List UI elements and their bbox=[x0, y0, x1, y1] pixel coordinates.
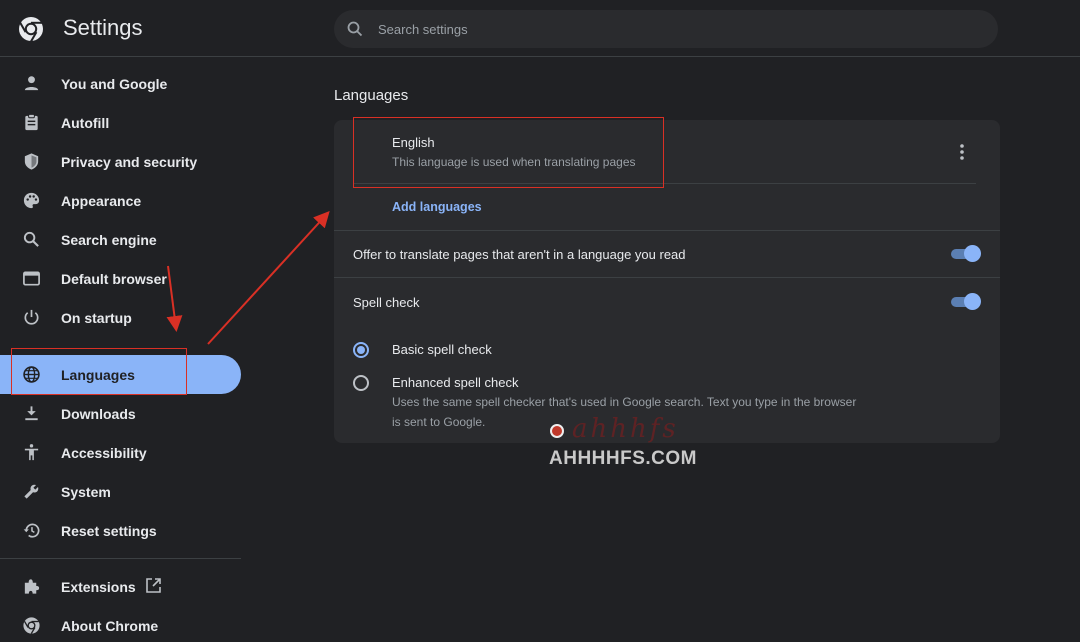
more-options-icon[interactable] bbox=[954, 142, 970, 162]
watermark-text: AHHHHFS.COM bbox=[549, 448, 697, 469]
sidebar-item-appearance[interactable]: Appearance bbox=[0, 181, 241, 220]
sidebar-item-label: Downloads bbox=[61, 405, 136, 422]
divider bbox=[334, 230, 1000, 231]
sidebar-item-accessibility[interactable]: Accessibility bbox=[0, 433, 241, 472]
sidebar-item-label: You and Google bbox=[61, 75, 168, 92]
sidebar-item-label: Appearance bbox=[61, 192, 142, 209]
shield-icon bbox=[24, 153, 39, 170]
spell-check-label: Spell check bbox=[353, 295, 420, 310]
sidebar-item-label: Default browser bbox=[61, 270, 167, 287]
sidebar-item-system[interactable]: System bbox=[0, 472, 241, 511]
download-icon bbox=[25, 406, 38, 421]
sidebar-item-label: Autofill bbox=[61, 114, 110, 131]
sidebar-item-reset-settings[interactable]: Reset settings bbox=[0, 511, 241, 550]
sidebar-item-label: Reset settings bbox=[61, 522, 157, 539]
section-title: Languages bbox=[334, 87, 409, 104]
annotation-box-language bbox=[353, 117, 664, 188]
spell-check-toggle[interactable] bbox=[949, 292, 981, 312]
puzzle-icon bbox=[24, 579, 40, 594]
search-input[interactable] bbox=[378, 10, 978, 48]
watermark-logo-icon bbox=[550, 424, 564, 438]
accessibility-icon bbox=[24, 444, 39, 461]
sidebar-item-autofill[interactable]: Autofill bbox=[0, 103, 241, 142]
open-in-new-icon[interactable] bbox=[145, 577, 162, 594]
clipboard-icon bbox=[25, 113, 38, 131]
sidebar-item-label: About Chrome bbox=[61, 617, 159, 634]
sidebar-item-extensions[interactable]: Extensions bbox=[0, 567, 241, 606]
annotation-box-languages-nav bbox=[11, 348, 187, 395]
sidebar-item-label: Extensions bbox=[61, 578, 136, 595]
offer-translate-toggle[interactable] bbox=[949, 244, 981, 264]
search-icon bbox=[347, 21, 363, 37]
sidebar-item-label: Privacy and security bbox=[61, 153, 198, 170]
sidebar-item-on-startup[interactable]: On startup bbox=[0, 298, 241, 337]
watermark-script: ahhhfs bbox=[572, 414, 679, 444]
sidebar-divider bbox=[0, 558, 241, 559]
sidebar-item-label: System bbox=[61, 483, 111, 500]
watermark: ahhhfs AHHHHFS.COM bbox=[548, 412, 728, 474]
sidebar-item-label: On startup bbox=[61, 309, 132, 326]
reset-history-icon bbox=[23, 523, 40, 538]
page-title: Settings bbox=[63, 15, 143, 40]
sidebar-item-label: Accessibility bbox=[61, 444, 147, 461]
offer-translate-label: Offer to translate pages that aren't in … bbox=[353, 247, 686, 262]
basic-spell-check-label: Basic spell check bbox=[392, 342, 492, 357]
palette-icon bbox=[23, 192, 40, 209]
power-icon bbox=[24, 309, 39, 325]
sidebar-item-you-and-google[interactable]: You and Google bbox=[0, 64, 241, 103]
enhanced-spell-check-label: Enhanced spell check bbox=[392, 375, 519, 390]
search-bar[interactable] bbox=[334, 10, 998, 48]
sidebar-item-about-chrome[interactable]: About Chrome bbox=[0, 606, 241, 642]
basic-spell-check-radio[interactable] bbox=[353, 342, 369, 358]
toggle-knob bbox=[964, 245, 981, 262]
divider bbox=[334, 277, 1000, 278]
sidebar-item-downloads[interactable]: Downloads bbox=[0, 394, 241, 433]
top-bar: Settings bbox=[0, 0, 1080, 57]
toggle-knob bbox=[964, 293, 981, 310]
sidebar-item-label: Search engine bbox=[61, 231, 157, 248]
search-icon bbox=[23, 231, 39, 247]
sidebar-item-default-browser[interactable]: Default browser bbox=[0, 259, 241, 298]
chrome-logo-icon bbox=[19, 17, 43, 42]
chrome-icon bbox=[23, 617, 40, 634]
person-icon bbox=[24, 76, 39, 91]
sidebar-item-privacy[interactable]: Privacy and security bbox=[0, 142, 241, 181]
browser-window-icon bbox=[23, 271, 40, 286]
sidebar-item-search-engine[interactable]: Search engine bbox=[0, 220, 241, 259]
add-languages-button[interactable]: Add languages bbox=[392, 200, 482, 214]
wrench-icon bbox=[24, 484, 39, 499]
enhanced-spell-check-radio[interactable] bbox=[353, 375, 369, 391]
